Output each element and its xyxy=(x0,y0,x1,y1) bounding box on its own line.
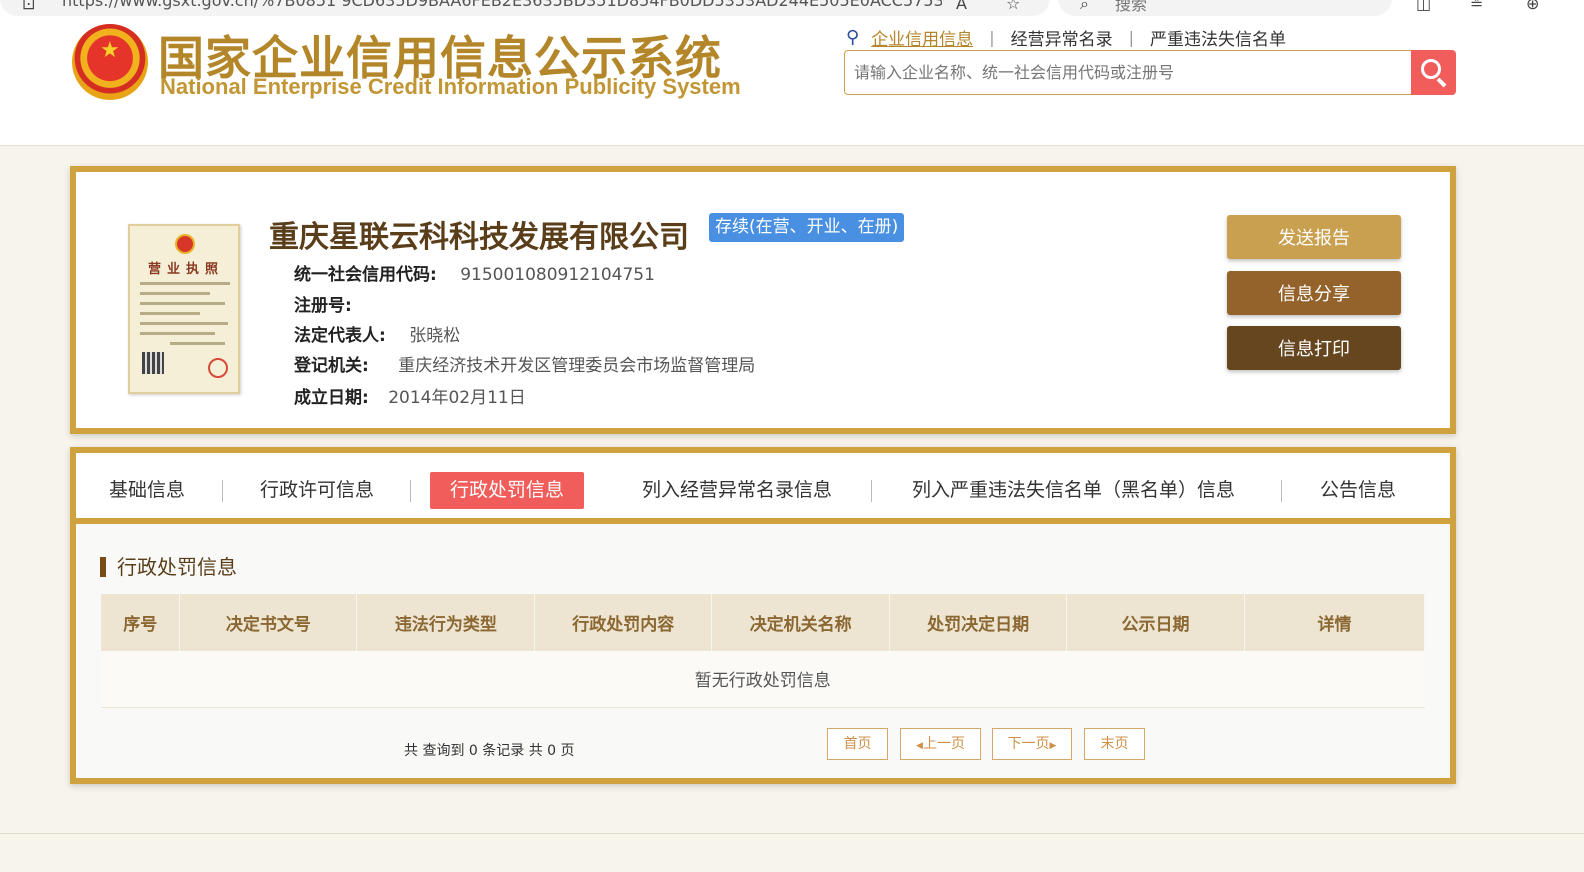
prev-page-label: 上一页 xyxy=(922,736,965,752)
details-panel: 基础信息 行政许可信息 行政处罚信息 列入经营异常名录信息 列入严重违法失信名单… xyxy=(70,447,1456,784)
reg-number-label: 注册号: xyxy=(294,296,352,316)
tab-admin-license[interactable]: 行政许可信息 xyxy=(260,472,374,509)
nav-abnormal-list[interactable]: 经营异常名录 xyxy=(1011,25,1113,50)
nav-separator: | xyxy=(1128,27,1134,47)
table-row: 暂无行政处罚信息 xyxy=(101,651,1425,708)
send-report-button[interactable]: 发送报告 xyxy=(1227,215,1401,259)
next-page-label: 下一页 xyxy=(1007,736,1050,752)
nav-blacklist[interactable]: 严重违法失信名单 xyxy=(1150,25,1286,50)
browser-bar: ⊡ https://www.gsxt.gov.cn/%7B0851 9CD635… xyxy=(0,0,1584,18)
tab-announcements[interactable]: 公告信息 xyxy=(1320,472,1396,509)
reg-authority-row: 登记机关: 重庆经济技术开发区管理委员会市场监督管理局 xyxy=(294,351,755,376)
credit-code-value: 915001080912104751 xyxy=(460,265,655,285)
browser-search-box[interactable] xyxy=(1058,0,1392,16)
column-header: 决定机关名称 xyxy=(711,594,891,651)
print-info-button[interactable]: 信息打印 xyxy=(1227,326,1401,370)
business-license-image[interactable]: 营业执照 xyxy=(128,224,240,394)
search-icon xyxy=(1421,59,1441,79)
first-page-button[interactable]: 首页 xyxy=(827,728,888,760)
column-header: 决定书文号 xyxy=(179,594,358,651)
penalty-table: 序号 决定书文号 违法行为类型 行政处罚内容 决定机关名称 处罚决定日期 公示日… xyxy=(101,594,1425,708)
column-header: 处罚决定日期 xyxy=(889,594,1068,651)
section-title: 行政处罚信息 xyxy=(100,557,237,577)
qr-code-icon xyxy=(142,352,164,374)
read-aloud-icon[interactable]: A xyxy=(956,0,967,13)
next-page-button[interactable]: 下一页▶ xyxy=(992,728,1072,760)
magnifier-icon: ⚲ xyxy=(846,26,860,48)
search-button[interactable] xyxy=(1411,50,1456,95)
search-icon: ⌕ xyxy=(1080,0,1089,13)
site-subtitle: National Enterprise Credit Information P… xyxy=(160,74,741,99)
column-header: 序号 xyxy=(101,594,181,651)
company-search-input[interactable] xyxy=(844,50,1412,95)
national-emblem-icon: ★ xyxy=(72,24,148,100)
founded-date-value: 2014年02月11日 xyxy=(388,388,526,408)
license-title: 营业执照 xyxy=(148,262,225,277)
official-seal-icon xyxy=(208,358,228,378)
split-screen-icon[interactable]: ◫ xyxy=(1416,0,1431,13)
tab-basic-info[interactable]: 基础信息 xyxy=(109,472,185,509)
column-header: 详情 xyxy=(1244,594,1425,651)
reg-authority-label: 登记机关: xyxy=(294,356,369,376)
founded-date-label: 成立日期: xyxy=(294,388,369,408)
site-header: ★ 国家企业信用信息公示系统 National Enterprise Credi… xyxy=(0,18,1584,146)
company-card: 营业执照 重庆星联云科科技发展有限公司 存续(在营、开业、在册) 统一社会信用代… xyxy=(70,166,1456,434)
reg-number-row: 注册号: xyxy=(294,291,352,316)
tab-admin-penalty[interactable]: 行政处罚信息 xyxy=(430,472,585,509)
legal-rep-label: 法定代表人: xyxy=(294,326,386,346)
browser-search-placeholder: 搜索 xyxy=(1115,0,1148,14)
url-text[interactable]: https://www.gsxt.gov.cn/%7B0851 9CD635D9… xyxy=(62,0,942,10)
tab-blacklist[interactable]: 列入严重违法失信名单（黑名单）信息 xyxy=(912,472,1235,509)
footer-divider xyxy=(0,833,1584,834)
collections-icon[interactable]: ⊕ xyxy=(1526,0,1539,13)
page-info-icon[interactable]: ⊡ xyxy=(22,0,35,13)
chevron-left-icon: ◀ xyxy=(916,741,923,751)
table-header-row: 序号 决定书文号 违法行为类型 行政处罚内容 决定机关名称 处罚决定日期 公示日… xyxy=(101,594,1425,651)
column-header: 行政处罚内容 xyxy=(534,594,713,651)
nav-separator: | xyxy=(989,27,995,47)
license-emblem-icon xyxy=(175,234,195,254)
company-name: 重庆星联云科科技发展有限公司 xyxy=(269,220,689,255)
tabs-bar: 基础信息 行政许可信息 行政处罚信息 列入经营异常名录信息 列入严重违法失信名单… xyxy=(76,453,1450,524)
empty-message: 暂无行政处罚信息 xyxy=(101,651,1425,708)
column-header: 违法行为类型 xyxy=(356,594,536,651)
top-nav: ⚲ 企业信用信息 | 经营异常名录 | 严重违法失信名单 xyxy=(846,24,1286,50)
credit-code-label: 统一社会信用代码: xyxy=(294,265,437,285)
legal-rep-value: 张晓松 xyxy=(409,326,461,346)
status-badge: 存续(在营、开业、在册) xyxy=(709,213,905,242)
last-page-button[interactable]: 末页 xyxy=(1084,728,1145,760)
record-count: 共 查询到 0 条记录 共 0 页 xyxy=(404,743,575,759)
favorites-icon[interactable]: ≛ xyxy=(1470,0,1483,13)
reg-authority-value: 重庆经济技术开发区管理委员会市场监督管理局 xyxy=(398,356,756,376)
legal-rep-row: 法定代表人: 张晓松 xyxy=(294,321,460,346)
nav-credit-info[interactable]: 企业信用信息 xyxy=(871,25,973,50)
credit-code-row: 统一社会信用代码: 915001080912104751 xyxy=(294,260,655,285)
chevron-right-icon: ▶ xyxy=(1049,741,1057,751)
prev-page-button[interactable]: ◀上一页 xyxy=(900,728,981,760)
founded-date-row: 成立日期: 2014年02月11日 xyxy=(294,383,526,408)
share-info-button[interactable]: 信息分享 xyxy=(1227,271,1401,315)
tab-abnormal-list[interactable]: 列入经营异常名录信息 xyxy=(642,472,832,509)
favorite-star-icon[interactable]: ☆ xyxy=(1006,0,1020,13)
column-header: 公示日期 xyxy=(1066,594,1245,651)
